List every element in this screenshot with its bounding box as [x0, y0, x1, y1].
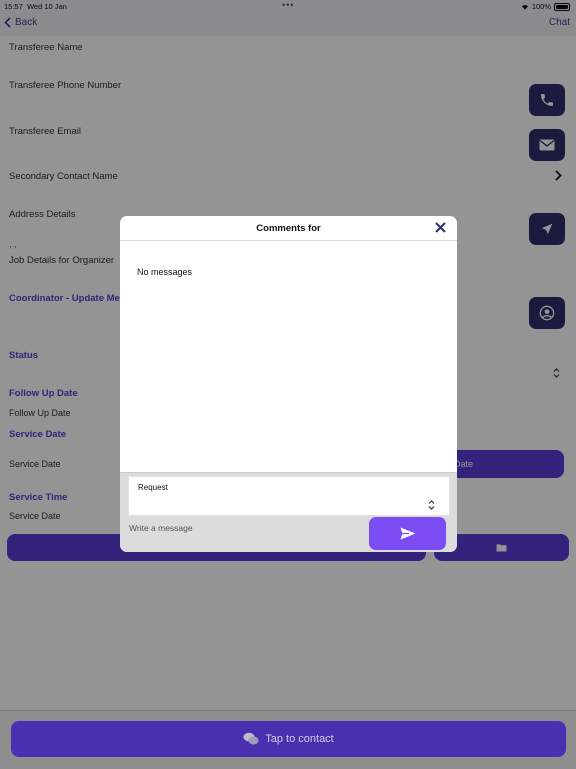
tap-to-contact-button[interactable]: Tap to contact — [11, 721, 566, 757]
updown-chevron-icon — [428, 500, 435, 510]
comments-modal: Comments for No messages Request Write a… — [120, 216, 457, 552]
request-type-select[interactable]: Request — [128, 476, 450, 516]
empty-messages-text: No messages — [137, 267, 193, 277]
close-button[interactable] — [434, 221, 447, 239]
send-icon — [400, 527, 415, 540]
tap-to-contact-label: Tap to contact — [265, 733, 334, 745]
messages-list: No messages — [120, 241, 457, 473]
request-type-label: Request — [138, 483, 168, 492]
modal-header: Comments for — [120, 216, 457, 241]
send-button[interactable] — [369, 517, 446, 550]
close-icon — [435, 222, 446, 233]
chat-bubbles-icon — [243, 732, 259, 745]
modal-title: Comments for — [256, 223, 321, 234]
bottom-bar: Tap to contact — [0, 710, 576, 769]
composer: Request Write a message — [120, 472, 457, 552]
message-input[interactable]: Write a message — [129, 523, 193, 533]
